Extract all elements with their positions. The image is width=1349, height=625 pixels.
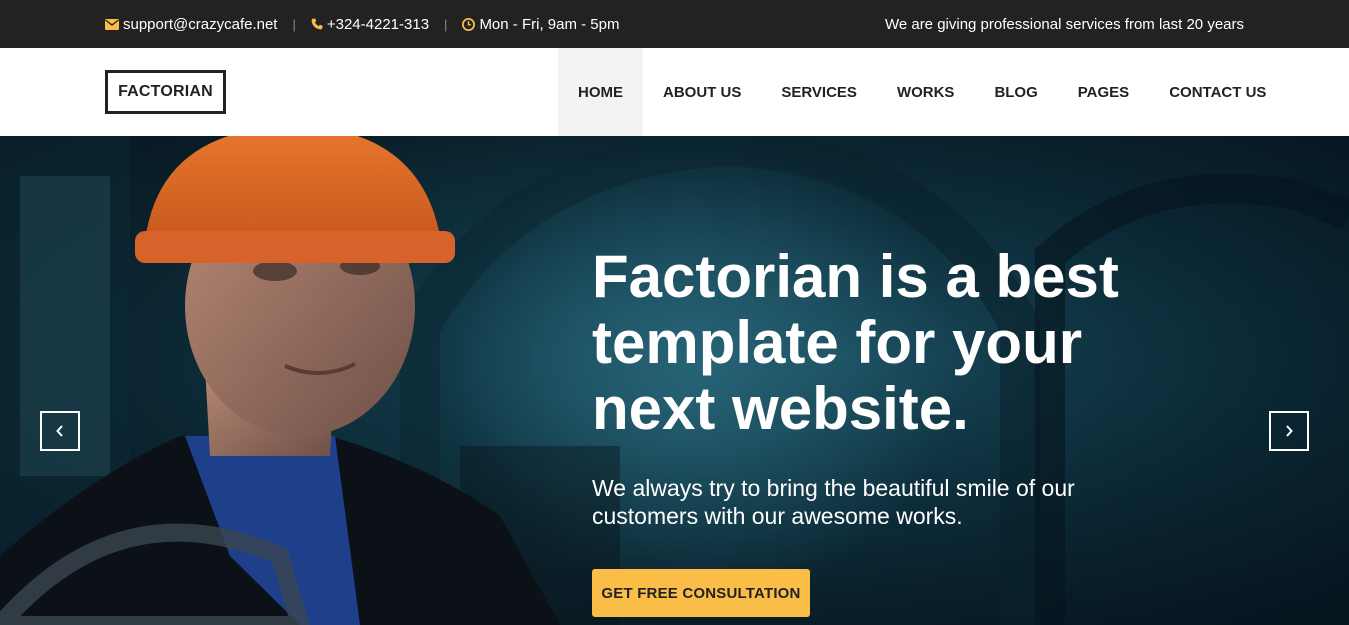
chevron-right-icon (1286, 425, 1293, 437)
hero-subtitle-line: We always try to bring the beautiful smi… (592, 475, 1075, 501)
nav-item-home[interactable]: HOME (558, 48, 643, 136)
email-text: support@crazycafe.net (123, 15, 278, 33)
hero-title: Factorian is a best template for your ne… (592, 244, 1152, 442)
email-item[interactable]: support@crazycafe.net (105, 16, 277, 33)
site-logo[interactable]: FACTORIAN (105, 70, 226, 114)
nav-item-services[interactable]: SERVICES (761, 48, 877, 136)
hero-subtitle: We always try to bring the beautiful smi… (592, 474, 1132, 530)
chevron-left-icon (56, 425, 63, 437)
free-consultation-button[interactable]: GET FREE CONSULTATION (592, 569, 810, 617)
hero-title-line: template for your (592, 309, 1083, 376)
separator: | (444, 16, 448, 32)
nav-item-blog[interactable]: BLOG (974, 48, 1057, 136)
envelope-icon (105, 18, 119, 30)
phone-text: +324-4221-313 (326, 15, 430, 33)
phone-item[interactable]: +324-4221-313 (311, 16, 429, 33)
slider-prev-button[interactable] (40, 411, 80, 451)
tagline: We are giving professional services from… (884, 15, 1244, 33)
hero-title-line: Factorian is a best (592, 243, 1119, 310)
separator: | (292, 16, 296, 32)
top-bar: support@crazycafe.net | +324-4221-313 | … (0, 0, 1349, 48)
hero-subtitle-line: customers with our awesome works. (592, 503, 963, 529)
nav-item-pages[interactable]: PAGES (1058, 48, 1149, 136)
main-nav: HOME ABOUT US SERVICES WORKS BLOG PAGES … (558, 48, 1286, 136)
hours-text: Mon - Fri, 9am - 5pm (479, 15, 620, 33)
contact-info: support@crazycafe.net | +324-4221-313 | … (105, 0, 619, 48)
nav-item-about-us[interactable]: ABOUT US (643, 48, 761, 136)
site-header: FACTORIAN HOME ABOUT US SERVICES WORKS B… (0, 48, 1349, 136)
hero-slider: Factorian is a best template for your ne… (0, 136, 1349, 625)
phone-icon (311, 18, 323, 30)
hours-item: Mon - Fri, 9am - 5pm (462, 16, 619, 33)
clock-icon (462, 17, 476, 31)
hero-title-line: next website. (592, 375, 969, 442)
slider-next-button[interactable] (1269, 411, 1309, 451)
nav-item-contact-us[interactable]: CONTACT US (1149, 48, 1286, 136)
nav-item-works[interactable]: WORKS (877, 48, 975, 136)
